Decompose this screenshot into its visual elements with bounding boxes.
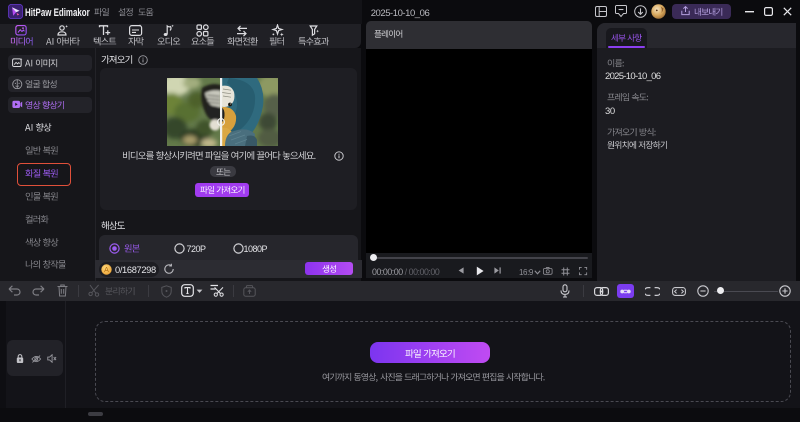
- svg-text:A: A: [104, 267, 109, 274]
